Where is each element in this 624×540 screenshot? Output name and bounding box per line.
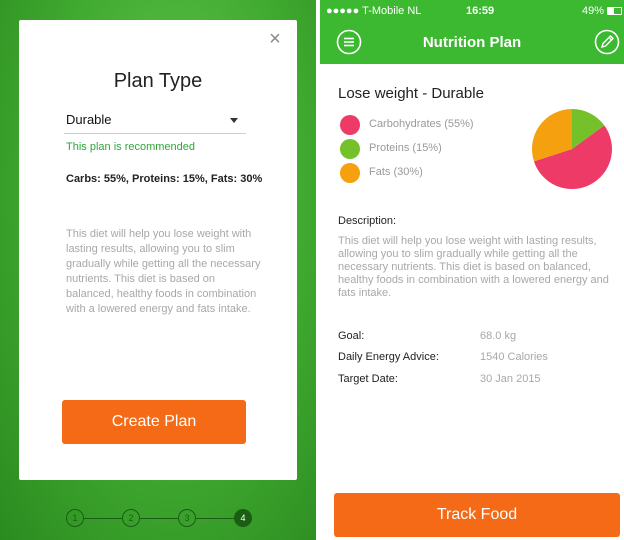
legend-label: Proteins (15%): [369, 142, 442, 154]
caret-down-icon: [230, 118, 238, 123]
plan-description: This diet will help you lose weight with…: [66, 228, 261, 315]
plan-type-screen: × Plan Type Durable This plan is recomme…: [0, 0, 316, 540]
battery-icon: [607, 7, 622, 15]
plan-type-value: Durable: [66, 112, 112, 127]
macro-pie-chart: [532, 109, 612, 189]
info-value: 30 Jan 2015: [480, 373, 541, 385]
step-dot: 2: [122, 509, 140, 527]
legend-swatch: [340, 115, 360, 135]
pencil-icon[interactable]: [594, 29, 620, 55]
step-dot: 4: [234, 509, 252, 527]
macro-summary: Carbs: 55%, Proteins: 15%, Fats: 30%: [66, 173, 263, 185]
legend-label: Carbohydrates (55%): [369, 118, 474, 130]
step-connector: [84, 518, 122, 519]
battery-percent: 49%: [581, 5, 604, 17]
status-bar: ●●●●● T-Mobile NL 16:59 49%: [320, 0, 624, 22]
description-label: Description:: [338, 215, 397, 227]
info-value: 1540 Calories: [480, 351, 548, 363]
step-connector: [140, 518, 178, 519]
recommended-note: This plan is recommended: [66, 141, 196, 153]
nav-title: Nutrition Plan: [422, 34, 522, 51]
create-plan-button[interactable]: Create Plan: [62, 400, 246, 444]
info-label: Daily Energy Advice:: [338, 351, 439, 363]
track-food-button[interactable]: Track Food: [334, 493, 620, 537]
plan-type-dialog: × Plan Type Durable This plan is recomme…: [19, 20, 297, 480]
step-indicator: 1 2 3 4: [0, 505, 316, 533]
info-label: Target Date:: [338, 373, 398, 385]
plan-type-select[interactable]: Durable: [64, 112, 246, 134]
step-dot: 3: [178, 509, 196, 527]
legend-label: Fats (30%): [369, 166, 423, 178]
legend-swatch: [340, 163, 360, 183]
clock: 16:59: [466, 5, 495, 17]
step-dot: 1: [66, 509, 84, 527]
plan-description: This diet will help you lose weight with…: [338, 235, 609, 299]
info-value: 68.0 kg: [480, 330, 517, 342]
step-connector: [196, 518, 234, 519]
info-label: Goal:: [338, 330, 365, 342]
close-icon[interactable]: ×: [265, 29, 285, 49]
legend-swatch: [340, 139, 360, 159]
nav-bar: Nutrition Plan: [320, 22, 624, 64]
nutrition-plan-screen: ●●●●● T-Mobile NL 16:59 49% Nutrition Pl…: [320, 0, 624, 540]
carrier-label: ●●●●● T-Mobile NL: [326, 5, 422, 17]
dialog-title: Plan Type: [113, 70, 203, 92]
plan-name: Lose weight - Durable: [338, 85, 484, 102]
